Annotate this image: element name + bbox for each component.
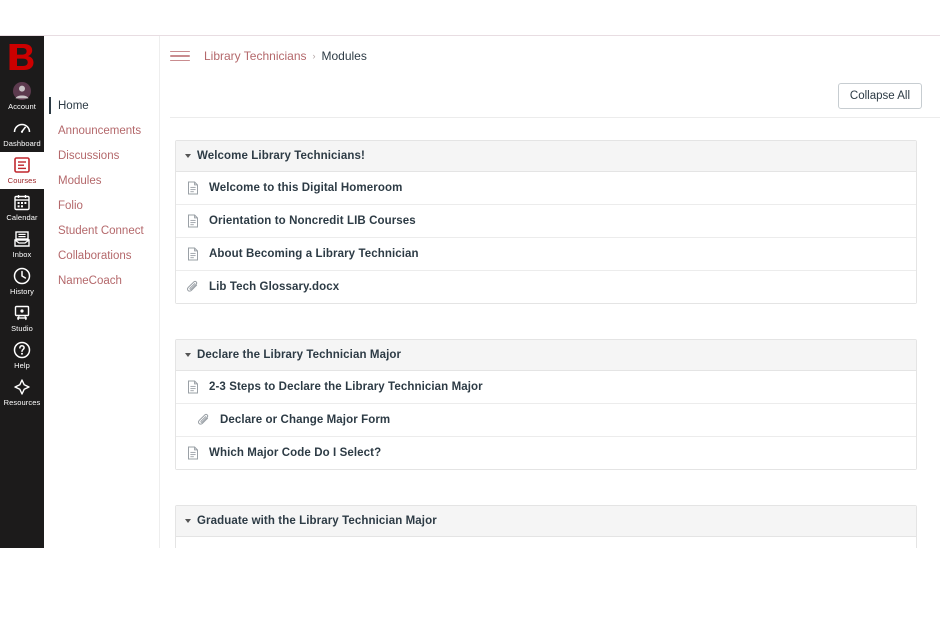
hamburger-bar (170, 59, 190, 62)
module-item-title[interactable]: 2-3 Steps to Declare the Library Technic… (209, 381, 483, 393)
module-item-title[interactable]: About Becoming a Library Technician (209, 248, 419, 260)
page-document-icon (186, 214, 200, 228)
module-title: Welcome Library Technicians! (197, 150, 365, 162)
course-nav-item-announcements[interactable]: Announcements (44, 118, 159, 143)
paperclip-attachment-icon (197, 413, 211, 427)
inbox-tray-icon (12, 229, 32, 249)
module-item-title[interactable]: Declare or Change Major Form (220, 414, 390, 426)
breadcrumb: Library Technicians › Modules (204, 49, 367, 63)
global-nav-item-resources[interactable]: Resources (0, 374, 44, 411)
module-item-title[interactable]: Which Major Code Do I Select? (209, 447, 381, 459)
hamburger-menu-icon[interactable] (168, 44, 192, 68)
calendar-icon (12, 192, 32, 212)
page-document-icon (186, 247, 200, 261)
triangle-down-icon[interactable] (182, 515, 194, 527)
global-nav-label: Dashboard (3, 139, 41, 148)
module-title: Graduate with the Library Technician Maj… (197, 515, 437, 527)
history-clock-icon (12, 266, 32, 286)
courses-book-icon (12, 155, 32, 175)
account-avatar-icon (12, 81, 32, 101)
triangle-down-icon[interactable] (182, 150, 194, 162)
page-document-icon (186, 380, 200, 394)
hamburger-bar (170, 50, 190, 53)
course-nav-label: Folio (58, 199, 83, 212)
global-navigation: Account Dashboard Courses Calendar Inbox (0, 36, 44, 548)
module-header[interactable]: Welcome Library Technicians! (176, 141, 916, 172)
course-nav-item-folio[interactable]: Folio (44, 193, 159, 218)
dashboard-gauge-icon (12, 118, 32, 138)
modules-toolbar: Collapse All (160, 76, 940, 118)
course-nav-label: Home (58, 99, 89, 112)
global-nav-label: Account (8, 102, 36, 111)
module-card: Graduate with the Library Technician Maj… (175, 505, 917, 548)
global-nav-item-dashboard[interactable]: Dashboard (0, 115, 44, 152)
global-nav-item-calendar[interactable]: Calendar (0, 189, 44, 226)
course-nav-label: Student Connect (58, 224, 144, 237)
course-nav-item-modules[interactable]: Modules (44, 168, 159, 193)
page-document-icon (186, 446, 200, 460)
global-nav-item-courses[interactable]: Courses (0, 152, 44, 189)
hamburger-bar (170, 55, 190, 57)
course-nav-item-student-connect[interactable]: Student Connect (44, 218, 159, 243)
course-nav-item-collaborations[interactable]: Collaborations (44, 243, 159, 268)
module-item-row[interactable] (176, 537, 916, 548)
course-nav-item-home[interactable]: Home (44, 93, 159, 118)
module-card: Declare the Library Technician Major 2-3… (175, 339, 917, 470)
breadcrumb-course-link[interactable]: Library Technicians (204, 49, 307, 63)
global-nav-label: Studio (11, 324, 33, 333)
breadcrumb-separator: › (312, 51, 316, 61)
global-nav-item-account[interactable]: Account (0, 78, 44, 115)
module-header[interactable]: Graduate with the Library Technician Maj… (176, 506, 916, 537)
course-nav-item-discussions[interactable]: Discussions (44, 143, 159, 168)
paperclip-attachment-icon (186, 280, 200, 294)
course-nav-item-namecoach[interactable]: NameCoach (44, 268, 159, 293)
main-content: Library Technicians › Modules Collapse A… (160, 36, 940, 548)
global-nav-item-studio[interactable]: Studio (0, 300, 44, 337)
global-nav-label: Courses (7, 176, 37, 185)
module-item-row[interactable]: Orientation to Noncredit LIB Courses (176, 205, 916, 238)
page-document-icon (186, 181, 200, 195)
global-nav-label: Inbox (12, 250, 32, 259)
course-nav-label: Collaborations (58, 249, 132, 262)
triangle-down-icon[interactable] (182, 349, 194, 361)
help-question-icon (12, 340, 32, 360)
course-nav-label: NameCoach (58, 274, 122, 287)
global-nav-item-history[interactable]: History (0, 263, 44, 300)
resources-pin-icon (12, 377, 32, 397)
toolbar-divider (170, 117, 940, 118)
canvas-app-frame: Account Dashboard Courses Calendar Inbox (0, 35, 940, 548)
global-nav-item-inbox[interactable]: Inbox (0, 226, 44, 263)
module-item-row[interactable]: Declare or Change Major Form (176, 404, 916, 437)
global-nav-label: Resources (3, 398, 41, 407)
module-item-row[interactable]: Which Major Code Do I Select? (176, 437, 916, 469)
module-item-title[interactable]: Orientation to Noncredit LIB Courses (209, 215, 416, 227)
global-nav-item-help[interactable]: Help (0, 337, 44, 374)
global-nav-label: History (9, 287, 35, 296)
breadcrumb-current-page: Modules (321, 49, 367, 63)
butte-college-b-logo[interactable] (0, 36, 44, 78)
module-header[interactable]: Declare the Library Technician Major (176, 340, 916, 371)
module-item-row[interactable]: Welcome to this Digital Homeroom (176, 172, 916, 205)
collapse-all-button[interactable]: Collapse All (837, 83, 922, 109)
module-item-row[interactable]: 2-3 Steps to Declare the Library Technic… (176, 371, 916, 404)
course-navigation: Home Announcements Discussions Modules F… (44, 36, 160, 548)
module-item-title[interactable]: Welcome to this Digital Homeroom (209, 182, 402, 194)
course-nav-label: Modules (58, 174, 102, 187)
module-item-row[interactable]: About Becoming a Library Technician (176, 238, 916, 271)
module-item-row[interactable]: Lib Tech Glossary.docx (176, 271, 916, 303)
module-card: Welcome Library Technicians! Welcome to … (175, 140, 917, 304)
course-nav-label: Discussions (58, 149, 120, 162)
modules-list: Welcome Library Technicians! Welcome to … (160, 118, 940, 548)
module-item-title[interactable]: Lib Tech Glossary.docx (209, 281, 339, 293)
studio-screen-icon (12, 303, 32, 323)
course-nav-label: Announcements (58, 124, 142, 137)
module-title: Declare the Library Technician Major (197, 349, 402, 361)
global-nav-label: Calendar (6, 213, 38, 222)
breadcrumb-bar: Library Technicians › Modules (160, 36, 940, 76)
global-nav-label: Help (14, 361, 30, 370)
